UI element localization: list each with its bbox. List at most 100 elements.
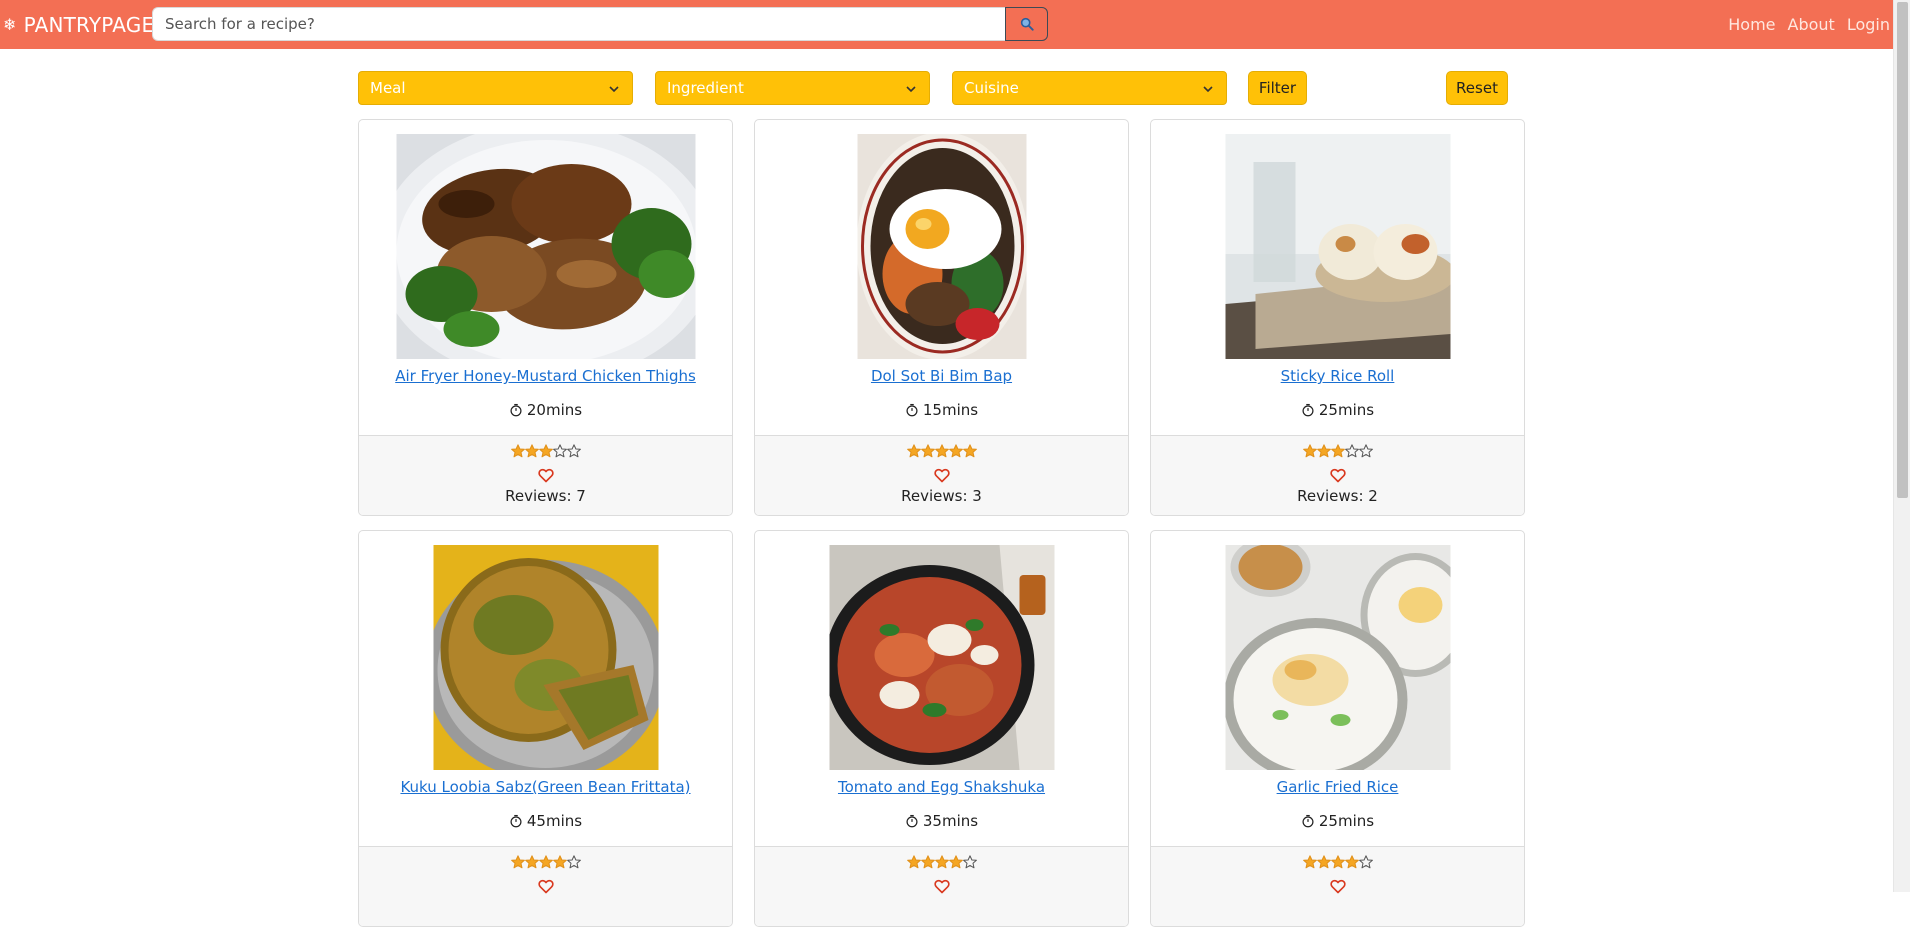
recipe-title-link[interactable]: Dol Sot Bi Bim Bap <box>755 367 1128 385</box>
recipe-image[interactable] <box>1225 134 1450 359</box>
chevron-down-icon <box>906 86 916 93</box>
star-filled-icon <box>1302 444 1317 458</box>
navbar: ❄ PANTRYPAGE Home About Login <box>0 0 1893 49</box>
brand-logo[interactable]: ❄ PANTRYPAGE <box>3 13 154 37</box>
filter-button[interactable]: Filter <box>1248 71 1307 105</box>
recipe-title-link[interactable]: Air Fryer Honey-Mustard Chicken Thighs <box>359 367 732 385</box>
stopwatch-icon <box>510 403 522 417</box>
star-filled-icon <box>1316 855 1331 869</box>
cook-time: 25mins <box>1151 401 1524 419</box>
nav-about-link[interactable]: About <box>1788 15 1835 34</box>
star-filled-icon <box>538 444 553 458</box>
search-icon <box>1020 17 1034 31</box>
star-filled-icon <box>1344 855 1359 869</box>
nav-login-link[interactable]: Login <box>1847 15 1890 34</box>
stopwatch-icon <box>1302 403 1314 417</box>
star-filled-icon <box>538 855 553 869</box>
recipe-card: Garlic Fried Rice 25mins <box>1150 530 1525 927</box>
page-scrollbar[interactable] <box>1893 0 1910 892</box>
recipe-image[interactable] <box>829 545 1054 770</box>
review-count: Reviews: 7 <box>505 487 586 505</box>
heart-icon[interactable] <box>1329 468 1346 483</box>
review-count: Reviews: 2 <box>1297 487 1378 505</box>
star-filled-icon <box>510 444 525 458</box>
cook-time: 45mins <box>359 812 732 830</box>
cook-time-value: 35mins <box>922 812 979 830</box>
cook-time-value: 25mins <box>1318 401 1375 419</box>
cook-time-value: 20mins <box>526 401 583 419</box>
recipe-image[interactable] <box>433 545 658 770</box>
reset-button[interactable]: Reset <box>1446 71 1508 105</box>
stopwatch-icon <box>906 814 918 828</box>
snowflake-icon: ❄ <box>3 14 17 34</box>
heart-icon[interactable] <box>933 468 950 483</box>
card-footer: Reviews: 2 <box>1151 435 1524 515</box>
star-filled-icon <box>948 855 963 869</box>
ingredient-select-value: Ingredient <box>667 79 744 97</box>
nav-home-link[interactable]: Home <box>1728 15 1775 34</box>
recipe-title-link[interactable]: Tomato and Egg Shakshuka <box>755 778 1128 796</box>
star-filled-icon <box>1330 444 1345 458</box>
star-filled-icon <box>934 444 949 458</box>
cook-time: 35mins <box>755 812 1128 830</box>
search-button[interactable] <box>1005 7 1048 41</box>
star-filled-icon <box>524 855 539 869</box>
star-filled-icon <box>1316 444 1331 458</box>
card-footer <box>359 846 732 926</box>
recipe-title-link[interactable]: Kuku Loobia Sabz(Green Bean Frittata) <box>359 778 732 796</box>
star-empty-icon <box>566 444 581 458</box>
star-empty-icon <box>1358 444 1373 458</box>
meal-select-value: Meal <box>370 79 406 97</box>
star-rating <box>1151 855 1524 869</box>
star-filled-icon <box>1330 855 1345 869</box>
cook-time: 25mins <box>1151 812 1524 830</box>
cuisine-select[interactable]: Cuisine <box>952 71 1227 105</box>
search-input[interactable] <box>152 7 1005 41</box>
cook-time-value: 45mins <box>526 812 583 830</box>
card-footer: Reviews: 3 <box>755 435 1128 515</box>
card-footer: Reviews: 7 <box>359 435 732 515</box>
recipe-image[interactable] <box>1225 545 1450 770</box>
recipe-title-link[interactable]: Sticky Rice Roll <box>1151 367 1524 385</box>
star-filled-icon <box>524 444 539 458</box>
star-filled-icon <box>510 855 525 869</box>
brand-name: PANTRYPAGE <box>23 12 155 37</box>
star-filled-icon <box>552 855 567 869</box>
star-rating <box>755 444 1128 458</box>
ingredient-select[interactable]: Ingredient <box>655 71 930 105</box>
heart-icon[interactable] <box>537 468 554 483</box>
star-empty-icon <box>552 444 567 458</box>
star-filled-icon <box>920 855 935 869</box>
star-filled-icon <box>948 444 963 458</box>
nav-links: Home About Login <box>1716 0 1890 49</box>
star-filled-icon <box>962 444 977 458</box>
star-filled-icon <box>906 855 921 869</box>
cook-time-value: 15mins <box>922 401 979 419</box>
recipe-card: Sticky Rice Roll 25mins Reviews: 2 <box>1150 119 1525 516</box>
meal-select[interactable]: Meal <box>358 71 633 105</box>
review-count: Reviews: 3 <box>901 487 982 505</box>
recipe-title-link[interactable]: Garlic Fried Rice <box>1151 778 1524 796</box>
chevron-down-icon <box>609 86 619 93</box>
recipe-card: Dol Sot Bi Bim Bap 15mins Reviews: 3 <box>754 119 1129 516</box>
scrollbar-thumb[interactable] <box>1897 2 1908 498</box>
search-bar <box>152 7 1048 41</box>
cook-time-value: 25mins <box>1318 812 1375 830</box>
star-empty-icon <box>1344 444 1359 458</box>
star-rating <box>359 444 732 458</box>
recipe-image[interactable] <box>857 134 1026 359</box>
star-rating <box>359 855 732 869</box>
star-empty-icon <box>1358 855 1373 869</box>
card-footer <box>1151 846 1524 926</box>
card-footer <box>755 846 1128 926</box>
cook-time: 15mins <box>755 401 1128 419</box>
recipe-card: Kuku Loobia Sabz(Green Bean Frittata) 45… <box>358 530 733 927</box>
star-filled-icon <box>1302 855 1317 869</box>
stopwatch-icon <box>906 403 918 417</box>
recipe-image[interactable] <box>396 134 695 359</box>
stopwatch-icon <box>1302 814 1314 828</box>
star-filled-icon <box>934 855 949 869</box>
star-rating <box>1151 444 1524 458</box>
recipe-card: Air Fryer Honey-Mustard Chicken Thighs 2… <box>358 119 733 516</box>
star-empty-icon <box>566 855 581 869</box>
